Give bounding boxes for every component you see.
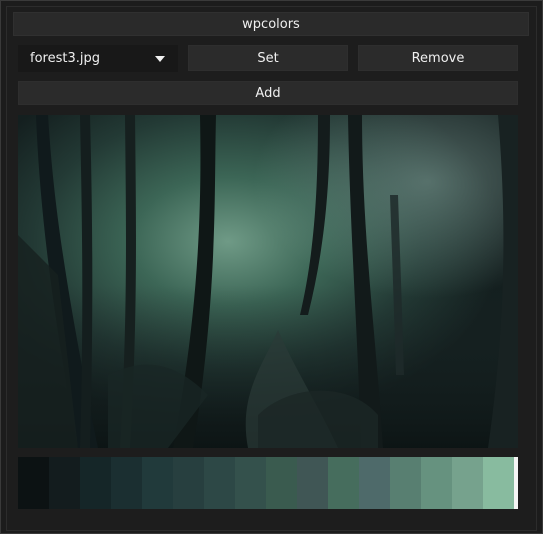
window-title: wpcolors: [13, 12, 529, 36]
palette-swatch: [111, 457, 142, 509]
palette-swatch: [483, 457, 514, 509]
palette-swatch: [328, 457, 359, 509]
palette-swatch: [421, 457, 452, 509]
set-button[interactable]: Set: [188, 45, 348, 71]
palette-swatch: [452, 457, 483, 509]
chevron-down-icon: [155, 56, 165, 62]
palette-swatch: [297, 457, 328, 509]
color-palette: [18, 457, 518, 509]
remove-button[interactable]: Remove: [358, 45, 518, 71]
palette-swatch: [359, 457, 390, 509]
wallpaper-preview: [18, 115, 518, 448]
palette-swatch: [173, 457, 204, 509]
palette-end-marker: [514, 457, 518, 509]
add-button[interactable]: Add: [18, 81, 518, 105]
palette-swatch: [235, 457, 266, 509]
image-select-value: forest3.jpg: [30, 51, 100, 66]
palette-swatch: [204, 457, 235, 509]
palette-swatch: [390, 457, 421, 509]
palette-swatch: [142, 457, 173, 509]
forest-image: [18, 115, 518, 448]
app-window: wpcolors forest3.jpg Set Remove Add: [0, 0, 543, 534]
palette-swatch: [266, 457, 297, 509]
image-select[interactable]: forest3.jpg: [18, 45, 178, 72]
palette-swatch: [80, 457, 111, 509]
palette-swatch: [18, 457, 49, 509]
palette-swatch: [49, 457, 80, 509]
